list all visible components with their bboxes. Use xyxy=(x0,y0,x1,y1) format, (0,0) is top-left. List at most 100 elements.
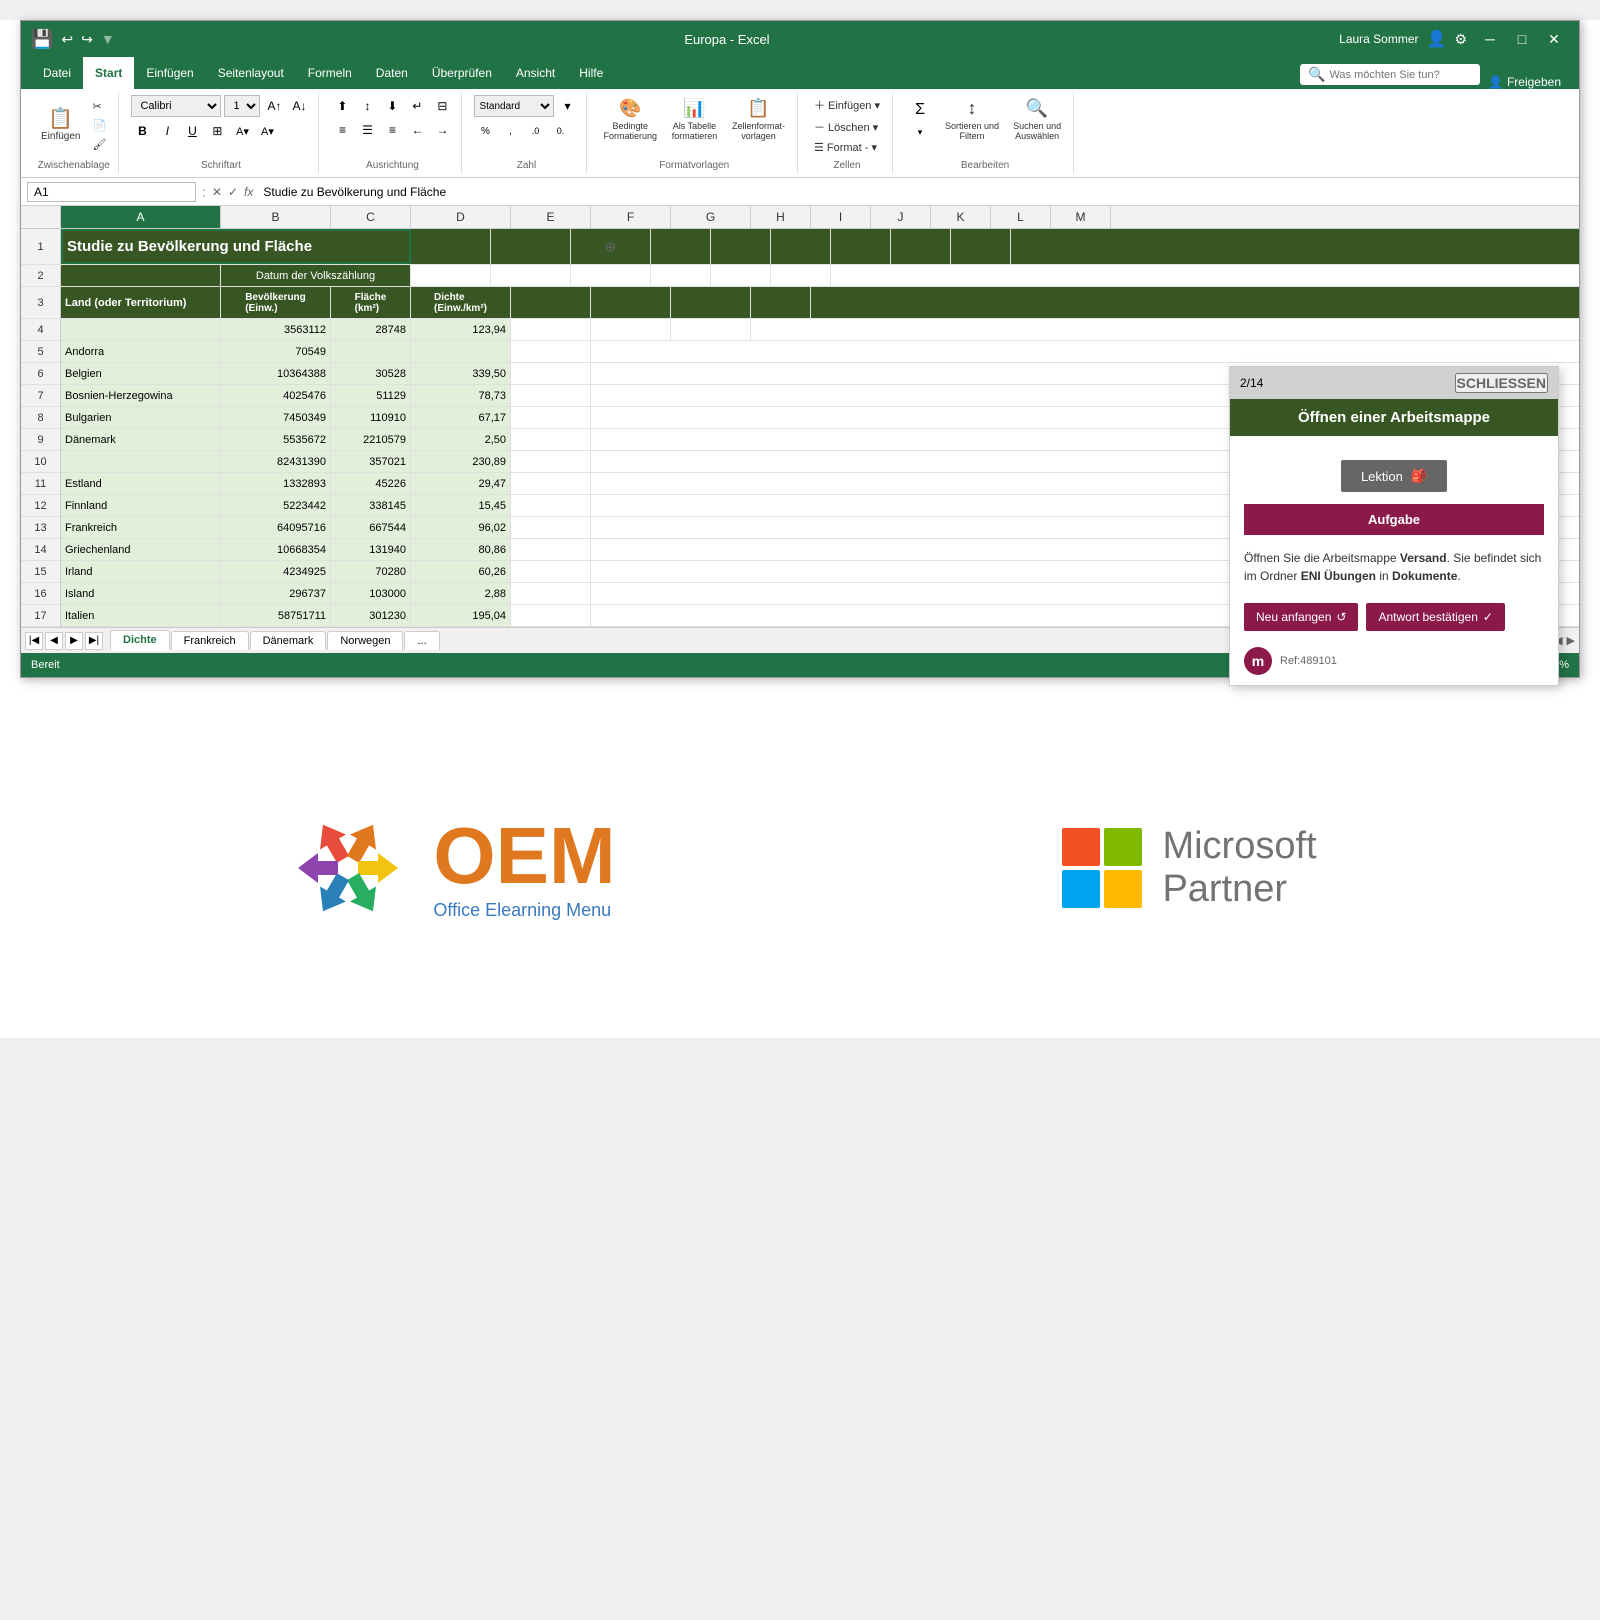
cell-E1[interactable] xyxy=(411,229,491,264)
cell-E6[interactable] xyxy=(511,363,591,384)
sheet-tab-norwegen[interactable]: Norwegen xyxy=(327,631,403,650)
conditional-format-button[interactable]: 🎨 BedingteFormatierung xyxy=(599,95,661,144)
col-header-D[interactable]: D xyxy=(411,206,511,228)
cell-E5[interactable] xyxy=(511,341,591,362)
row-num-14[interactable]: 14 xyxy=(21,539,61,561)
col-header-M[interactable]: M xyxy=(1051,206,1111,228)
cell-B13[interactable]: 64095716 xyxy=(221,517,331,538)
autosum-button[interactable]: Σ xyxy=(905,95,935,125)
cell-B7[interactable]: 4025476 xyxy=(221,385,331,406)
cell-D14[interactable]: 80,86 xyxy=(411,539,511,560)
sheet-tab-more[interactable]: ... xyxy=(404,631,439,650)
row-num-9[interactable]: 9 xyxy=(21,429,61,451)
cell-C6[interactable]: 30528 xyxy=(331,363,411,384)
align-middle-button[interactable]: ↕ xyxy=(356,95,378,117)
row-num-3[interactable]: 3 xyxy=(21,287,61,319)
cell-C16[interactable]: 103000 xyxy=(331,583,411,604)
cell-D4[interactable]: 123,94 xyxy=(411,319,511,340)
row-num-1[interactable]: 1 xyxy=(21,229,61,265)
cell-G1[interactable]: ⊕ xyxy=(571,229,651,264)
cell-D9[interactable]: 2,50 xyxy=(411,429,511,450)
cell-A17[interactable]: Italien xyxy=(61,605,221,626)
cell-B15[interactable]: 4234925 xyxy=(221,561,331,582)
cell-D12[interactable]: 15,45 xyxy=(411,495,511,516)
increase-decimal-button[interactable]: .0 xyxy=(524,120,546,142)
tab-seitenlayout[interactable]: Seitenlayout xyxy=(206,57,296,89)
tab-daten[interactable]: Daten xyxy=(364,57,420,89)
minimize-button[interactable]: ─ xyxy=(1475,28,1505,50)
sheet-tab-frankreich[interactable]: Frankreich xyxy=(171,631,249,650)
format-cells-button[interactable]: ☰ Format - ▾ xyxy=(810,139,884,156)
row-num-15[interactable]: 15 xyxy=(21,561,61,583)
number-format-expand[interactable]: ▾ xyxy=(556,95,578,117)
confirm-formula-icon[interactable]: ✓ xyxy=(228,185,238,199)
cell-E12[interactable] xyxy=(511,495,591,516)
tutorial-close-button[interactable]: SCHLIESSEN xyxy=(1455,373,1548,393)
cell-C14[interactable]: 131940 xyxy=(331,539,411,560)
cell-E2[interactable] xyxy=(411,265,491,286)
tab-hilfe[interactable]: Hilfe xyxy=(567,57,615,89)
underline-button[interactable]: U xyxy=(181,120,203,142)
cell-D16[interactable]: 2,88 xyxy=(411,583,511,604)
merge-button[interactable]: ⊟ xyxy=(431,95,453,117)
cell-K1[interactable] xyxy=(831,229,891,264)
cell-E11[interactable] xyxy=(511,473,591,494)
cell-D11[interactable]: 29,47 xyxy=(411,473,511,494)
cell-E8[interactable] xyxy=(511,407,591,428)
cell-B16[interactable]: 296737 xyxy=(221,583,331,604)
cell-B9[interactable]: 5535672 xyxy=(221,429,331,450)
tab-ansicht[interactable]: Ansicht xyxy=(504,57,567,89)
cell-E17[interactable] xyxy=(511,605,591,626)
align-right-button[interactable]: ≡ xyxy=(381,119,403,141)
cell-F2[interactable] xyxy=(491,265,571,286)
cell-D8[interactable]: 67,17 xyxy=(411,407,511,428)
font-shrink-button[interactable]: A↓ xyxy=(288,95,310,117)
cell-C10[interactable]: 357021 xyxy=(331,451,411,472)
font-color-button[interactable]: A▾ xyxy=(256,120,278,142)
col-header-E[interactable]: E xyxy=(511,206,591,228)
cell-C7[interactable]: 51129 xyxy=(331,385,411,406)
tab-einfuegen[interactable]: Einfügen xyxy=(134,57,205,89)
cell-A7[interactable]: Bosnien-Herzegowina xyxy=(61,385,221,406)
cell-D3[interactable]: Dichte(Einw./km²) xyxy=(411,287,511,318)
cell-D15[interactable]: 60,26 xyxy=(411,561,511,582)
indent-right-button[interactable]: → xyxy=(431,119,453,141)
cell-A8[interactable]: Bulgarien xyxy=(61,407,221,428)
row-num-8[interactable]: 8 xyxy=(21,407,61,429)
align-top-button[interactable]: ⬆ xyxy=(331,95,353,117)
cell-B5[interactable]: 70549 xyxy=(221,341,331,362)
cell-B14[interactable]: 10668354 xyxy=(221,539,331,560)
cell-B17[interactable]: 58751711 xyxy=(221,605,331,626)
paste-button[interactable]: 📋 Einfügen xyxy=(37,106,84,145)
cell-E9[interactable] xyxy=(511,429,591,450)
font-selector[interactable]: Calibri xyxy=(131,95,221,117)
cell-G4[interactable] xyxy=(671,319,751,340)
neu-anfangen-button[interactable]: Neu anfangen ↺ xyxy=(1244,603,1358,631)
align-bottom-button[interactable]: ⬇ xyxy=(381,95,403,117)
cell-C11[interactable]: 45226 xyxy=(331,473,411,494)
cell-E13[interactable] xyxy=(511,517,591,538)
cell-B11[interactable]: 1332893 xyxy=(221,473,331,494)
row-num-7[interactable]: 7 xyxy=(21,385,61,407)
cell-J1[interactable] xyxy=(771,229,831,264)
cell-C17[interactable]: 301230 xyxy=(331,605,411,626)
italic-button[interactable]: I xyxy=(156,120,178,142)
cell-C8[interactable]: 110910 xyxy=(331,407,411,428)
cell-C12[interactable]: 338145 xyxy=(331,495,411,516)
cell-A6[interactable]: Belgien xyxy=(61,363,221,384)
cell-A10[interactable] xyxy=(61,451,221,472)
sheet-tab-dichte[interactable]: Dichte xyxy=(110,630,170,651)
cell-M1[interactable] xyxy=(951,229,1011,264)
format-table-button[interactable]: 📊 Als Tabelleformatieren xyxy=(667,95,722,144)
sort-filter-button[interactable]: ↕ Sortieren undFiltern xyxy=(941,95,1003,144)
bold-button[interactable]: B xyxy=(131,120,153,142)
cell-B2[interactable]: Datum der Volkszählung xyxy=(221,265,411,286)
cell-G2[interactable] xyxy=(571,265,651,286)
cell-A1[interactable]: Studie zu Bevölkerung und Fläche xyxy=(61,229,411,264)
row-num-10[interactable]: 10 xyxy=(21,451,61,473)
col-header-F[interactable]: F xyxy=(591,206,671,228)
row-num-11[interactable]: 11 xyxy=(21,473,61,495)
col-header-J[interactable]: J xyxy=(871,206,931,228)
cell-C9[interactable]: 2210579 xyxy=(331,429,411,450)
row-num-2[interactable]: 2 xyxy=(21,265,61,287)
